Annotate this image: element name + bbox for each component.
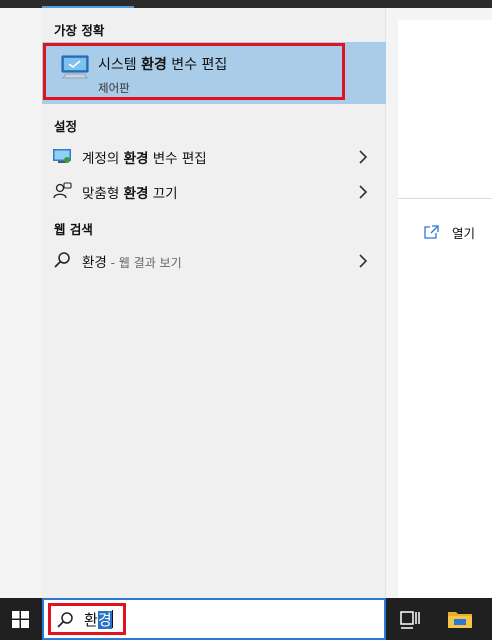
web-search-result[interactable]: 환경 - 웹 결과 보기 — [42, 245, 386, 275]
person-chat-icon — [52, 182, 72, 200]
open-external-icon — [424, 224, 440, 243]
preview-pane: 열기 — [386, 8, 492, 598]
open-action[interactable]: 열기 — [424, 222, 492, 242]
web-search-label: 환경 - 웹 결과 보기 — [82, 255, 182, 271]
taskbar-search-input[interactable]: 환경 — [42, 598, 386, 640]
settings-item-account-env[interactable]: 계정의 환경 변수 편집 — [42, 141, 386, 171]
open-label: 열기 — [452, 226, 476, 241]
preview-card — [398, 20, 492, 198]
chevron-right-icon[interactable] — [358, 149, 368, 168]
screen: 가장 정확 시스템 환경 변수 편집 제어판 설정 계정의 환경 변수 편집 맞… — [0, 0, 492, 640]
settings-item-label: 맞춤형 환경 끄기 — [82, 186, 178, 202]
user-account-icon — [52, 147, 72, 165]
search-icon — [52, 251, 72, 269]
task-view-button[interactable] — [398, 607, 422, 631]
start-button[interactable] — [0, 598, 42, 640]
settings-header: 설정 — [54, 119, 78, 134]
windows-logo-icon — [12, 611, 29, 632]
text-caret — [111, 610, 113, 628]
file-explorer-button[interactable] — [446, 606, 474, 632]
best-match-title: 시스템 환경 변수 편집 — [98, 57, 228, 73]
taskbar: 환경 — [0, 598, 492, 640]
chevron-right-icon[interactable] — [358, 253, 368, 272]
best-match-header: 가장 정확 — [54, 23, 105, 38]
web-search-header: 웹 검색 — [54, 222, 93, 237]
search-query-text: 환경 — [84, 610, 113, 629]
chevron-right-icon[interactable] — [358, 184, 368, 203]
search-query-selection: 경 — [97, 611, 112, 629]
search-results-panel: 가장 정확 시스템 환경 변수 편집 제어판 설정 계정의 환경 변수 편집 맞… — [42, 8, 386, 598]
best-match-subtitle: 제어판 — [98, 81, 130, 95]
settings-item-label: 계정의 환경 변수 편집 — [82, 151, 207, 167]
preview-actions — [398, 199, 492, 598]
task-view-icon — [398, 611, 422, 635]
folder-icon — [446, 612, 474, 636]
best-match-result[interactable]: 시스템 환경 변수 편집 제어판 — [42, 42, 386, 104]
monitor-icon — [60, 54, 90, 84]
settings-item-personalization-off[interactable]: 맞춤형 환경 끄기 — [42, 176, 386, 206]
search-icon — [56, 611, 74, 633]
desktop-background — [0, 0, 42, 598]
